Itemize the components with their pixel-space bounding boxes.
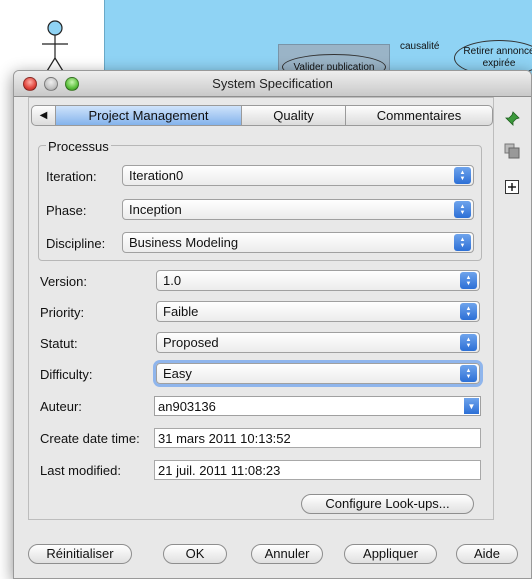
- tab-scroll-left-icon[interactable]: ◀: [32, 106, 56, 125]
- statut-select[interactable]: Proposed ▲ ▼: [156, 332, 480, 353]
- iteration-value: Iteration0: [129, 168, 184, 183]
- priority-select[interactable]: Faible ▲ ▼: [156, 301, 480, 322]
- stepper-icon: ▲ ▼: [460, 272, 477, 289]
- tab-quality[interactable]: Quality: [242, 106, 346, 125]
- iteration-label: Iteration:: [46, 169, 97, 184]
- difficulty-select[interactable]: Easy ▲ ▼: [156, 363, 480, 384]
- create-date-label: Create date time:: [40, 431, 140, 446]
- discipline-label: Discipline:: [46, 236, 106, 251]
- priority-value: Faible: [163, 304, 199, 319]
- priority-label: Priority:: [40, 305, 85, 320]
- create-date-field[interactable]: 31 mars 2011 10:13:52: [154, 428, 481, 448]
- apply-button[interactable]: Appliquer: [344, 544, 437, 564]
- iteration-select[interactable]: Iteration0 ▲ ▼: [122, 165, 474, 186]
- relation-label: causalité: [400, 41, 440, 52]
- stepper-icon: ▲ ▼: [460, 303, 477, 320]
- tab-commentaires[interactable]: Commentaires: [346, 106, 492, 125]
- create-date-value: 31 mars 2011 10:13:52: [158, 431, 291, 446]
- version-label: Version:: [40, 274, 87, 289]
- tab-bar: ◀ Project Management Quality Commentaire…: [31, 105, 493, 126]
- phase-select[interactable]: Inception ▲ ▼: [122, 199, 474, 220]
- pin-icon[interactable]: [504, 111, 520, 127]
- chevron-down-icon[interactable]: ▼: [464, 398, 479, 414]
- difficulty-label: Difficulty:: [40, 367, 93, 382]
- discipline-value: Business Modeling: [129, 235, 239, 250]
- discipline-select[interactable]: Business Modeling ▲ ▼: [122, 232, 474, 253]
- processus-legend: Processus: [46, 139, 111, 154]
- title-bar[interactable]: System Specification: [14, 71, 531, 97]
- auteur-label: Auteur:: [40, 399, 82, 414]
- phase-label: Phase:: [46, 203, 87, 218]
- tab-project-management[interactable]: Project Management: [56, 106, 242, 125]
- version-value: 1.0: [163, 273, 182, 288]
- phase-value: Inception: [129, 202, 182, 217]
- stepper-icon: ▲ ▼: [460, 334, 477, 351]
- copy-icon[interactable]: [504, 143, 520, 159]
- statut-value: Proposed: [163, 335, 219, 350]
- window-title: System Specification: [212, 76, 333, 91]
- reset-button[interactable]: Réinitialiser: [28, 544, 132, 564]
- auteur-value: an903136: [158, 399, 216, 414]
- last-modified-field[interactable]: 21 juil. 2011 11:08:23: [154, 460, 481, 480]
- cancel-button[interactable]: Annuler: [251, 544, 323, 564]
- help-button[interactable]: Aide: [456, 544, 518, 564]
- stepper-icon: ▲ ▼: [454, 167, 471, 184]
- configure-lookups-button[interactable]: Configure Look-ups...: [301, 494, 474, 514]
- stepper-icon: ▲ ▼: [454, 201, 471, 218]
- ok-button[interactable]: OK: [163, 544, 227, 564]
- stepper-icon: ▲ ▼: [460, 365, 477, 382]
- add-icon[interactable]: [504, 179, 520, 195]
- statut-label: Statut:: [40, 336, 78, 351]
- specification-dialog: System Specification ◀ Project Managemen…: [13, 70, 532, 579]
- difficulty-value: Easy: [163, 366, 192, 381]
- last-modified-value: 21 juil. 2011 11:08:23: [158, 463, 281, 478]
- auteur-combo[interactable]: an903136 ▼: [154, 396, 481, 416]
- version-select[interactable]: 1.0 ▲ ▼: [156, 270, 480, 291]
- stepper-icon: ▲ ▼: [454, 234, 471, 251]
- last-modified-label: Last modified:: [40, 463, 121, 478]
